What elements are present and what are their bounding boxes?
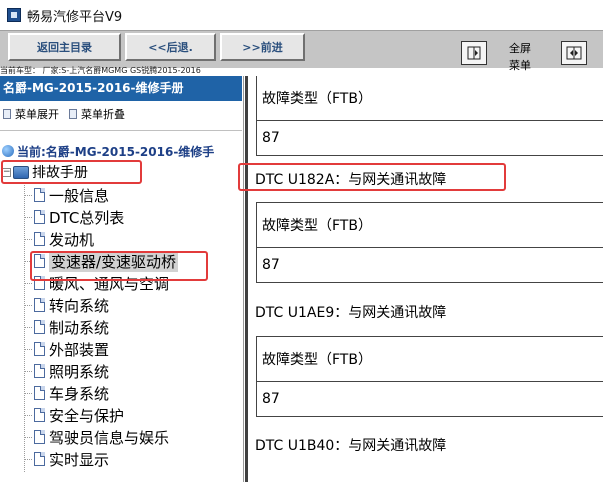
divider <box>0 130 242 131</box>
fullscreen-menu-button[interactable] <box>561 41 587 65</box>
toolbar: 返回主目录 <<后退. >>前进 全屏 菜单 <box>0 30 603 72</box>
fault-type-label: 故障类型（FTB） <box>257 76 603 121</box>
tree-item-exterior[interactable]: 外部装置 <box>24 338 109 360</box>
expand-arrows-icon <box>566 46 582 60</box>
collapse-icon[interactable]: − <box>2 167 11 177</box>
page-icon <box>34 254 45 268</box>
tree-root-troubleshooting[interactable]: − 排故手册 <box>2 162 88 182</box>
dtc-title: DTC U1B40：与网关通讯故障 <box>255 438 447 454</box>
app-icon <box>7 8 21 22</box>
page-icon <box>34 342 45 356</box>
page-icon <box>34 188 45 202</box>
tree-item-transmission[interactable]: 变速器/变速驱动桥 <box>24 250 179 272</box>
tree-item-label: DTC总列表 <box>49 208 125 227</box>
menu-expand-link[interactable]: 菜单展开 <box>15 106 59 122</box>
tree-item-lighting[interactable]: 照明系统 <box>24 360 109 382</box>
tree-item-engine[interactable]: 发动机 <box>24 228 94 250</box>
doc-icon <box>3 109 11 119</box>
fault-type-label: 故障类型（FTB） <box>257 203 603 248</box>
page-icon <box>34 232 45 246</box>
tree-item-body[interactable]: 车身系统 <box>24 382 109 404</box>
menu-label[interactable]: 菜单 <box>509 57 531 73</box>
current-location: 当前:名爵-MG-2015-2016-维修手 <box>2 142 243 160</box>
page-icon <box>34 210 45 224</box>
page-icon <box>34 320 45 334</box>
fault-table: 故障类型（FTB） 87 <box>256 76 603 156</box>
dtc-title: DTC U1AE9：与网关通讯故障 <box>255 305 447 321</box>
tree-item-safety[interactable]: 安全与保护 <box>24 404 124 426</box>
toggle-panel-button[interactable] <box>461 41 487 65</box>
fault-type-value: 87 <box>262 257 280 273</box>
tree-item-label: 发动机 <box>49 230 95 249</box>
split-arrow-icon <box>467 46 481 60</box>
folder-icon <box>13 165 29 179</box>
tree-item-label: 暖风、通风与空调 <box>49 274 170 293</box>
tree-item-label: 一般信息 <box>49 186 110 205</box>
sidebar: 名爵-MG-2015-2016-维修手册 菜单展开 菜单折叠 当前:名爵-MG-… <box>0 76 244 482</box>
fault-type-value: 87 <box>262 391 280 407</box>
tree-item-label: 照明系统 <box>49 362 110 381</box>
tree-item-general-info[interactable]: 一般信息 <box>24 184 109 206</box>
dtc-title: DTC U182A：与网关通讯故障 <box>255 172 447 188</box>
tree-item-label: 驾驶员信息与娱乐 <box>49 428 170 447</box>
tree-root-label: 排故手册 <box>32 165 88 181</box>
current-label: 当前:名爵-MG-2015-2016-维修手 <box>17 144 215 159</box>
fault-type-value: 87 <box>262 130 280 146</box>
doc-icon <box>69 109 77 119</box>
current-vehicle-line: 当前车型： 厂家:S-上汽名爵MGMG GS锐腾2015-2016 <box>0 66 201 75</box>
tree-item-steering[interactable]: 转向系统 <box>24 294 109 316</box>
manual-title[interactable]: 名爵-MG-2015-2016-维修手册 <box>0 76 242 101</box>
page-icon <box>34 276 45 290</box>
tree-item-label: 制动系统 <box>49 318 110 337</box>
tree-item-label: 实时显示 <box>49 450 110 469</box>
tree-item-brakes[interactable]: 制动系统 <box>24 316 109 338</box>
menu-collapse-link[interactable]: 菜单折叠 <box>81 106 125 122</box>
page-icon <box>34 364 45 378</box>
back-to-home-button[interactable]: 返回主目录 <box>8 33 121 61</box>
content-panel: 故障类型（FTB） 87 DTC U182A：与网关通讯故障 故障类型（FTB）… <box>245 76 603 482</box>
tree-item-label: 车身系统 <box>49 384 110 403</box>
tree-item-live-display[interactable]: 实时显示 <box>24 448 109 470</box>
tree-item-label: 安全与保护 <box>49 406 125 425</box>
fullscreen-label[interactable]: 全屏 <box>509 40 531 56</box>
tree-item-label: 变速器/变速驱动桥 <box>49 250 179 272</box>
title-bar: 畅易汽修平台V9 <box>0 0 603 30</box>
page-icon <box>34 386 45 400</box>
window-title: 畅易汽修平台V9 <box>27 9 123 25</box>
tree-item-label: 转向系统 <box>49 296 110 315</box>
fault-table: 故障类型（FTB） 87 <box>256 336 603 417</box>
globe-icon <box>2 145 14 157</box>
forward-button[interactable]: >>前进 <box>220 33 305 61</box>
fault-table: 故障类型（FTB） 87 <box>256 202 603 283</box>
tree-item-hvac[interactable]: 暖风、通风与空调 <box>24 272 169 294</box>
page-icon <box>34 452 45 466</box>
back-button[interactable]: <<后退. <box>125 33 216 61</box>
tree-item-driver-info[interactable]: 驾驶员信息与娱乐 <box>24 426 169 448</box>
tree-item-dtc-list[interactable]: DTC总列表 <box>24 206 124 228</box>
page-icon <box>34 430 45 444</box>
tree-item-label: 外部装置 <box>49 340 110 359</box>
page-icon <box>34 408 45 422</box>
menu-controls: 菜单展开 菜单折叠 <box>3 106 131 122</box>
fault-type-label: 故障类型（FTB） <box>257 337 603 382</box>
page-icon <box>34 298 45 312</box>
